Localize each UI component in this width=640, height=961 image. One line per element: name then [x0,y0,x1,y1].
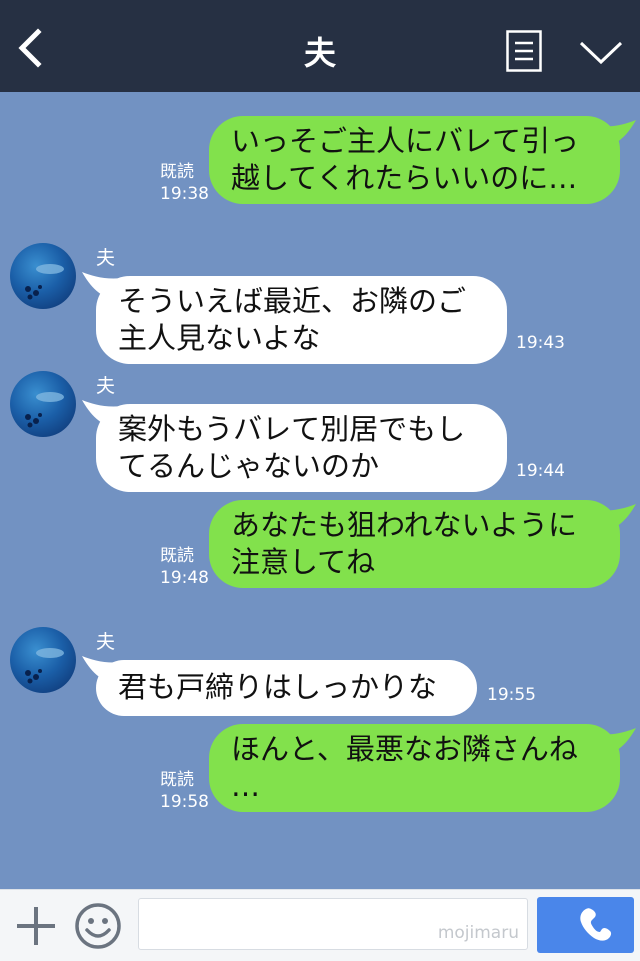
avatar[interactable] [10,371,76,437]
plus-icon[interactable] [14,904,58,948]
avatar[interactable] [10,627,76,693]
avatar-fish-image [25,392,64,428]
message-meta: 既読 19:58 [160,769,209,813]
message-line: 主人見ないよな [118,321,321,355]
chat-area[interactable]: 既読 19:38 いっそご主人にバレて引っ 越してくれたらいいのに… 夫 そうい… [0,92,640,889]
message-bubble-incoming[interactable]: 案外もうバレて別居でもし てるんじゃないのか [96,404,507,492]
menu-list-icon[interactable] [506,30,542,72]
message-line: 君も戸締りはしっかりな [118,670,438,704]
message-line: ほんと、最悪なお隣さんね [231,732,578,766]
message-meta: 既読 19:38 [160,161,209,205]
chevron-down-icon[interactable] [578,38,624,68]
sender-name: 夫 [96,375,116,397]
chat-title: 夫 [303,34,336,72]
avatar[interactable] [10,243,76,309]
chat-header: 夫 [0,0,640,92]
read-receipt: 既読 [160,162,194,182]
phone-icon [580,908,612,941]
message-line: 案外もうバレて別居でもし [118,412,466,446]
message-time: 19:55 [487,685,536,705]
sender-name: 夫 [96,247,116,269]
message-input[interactable]: mojimaru [138,898,528,950]
message-meta: 既読 19:48 [160,545,209,589]
sender-name: 夫 [96,631,116,653]
read-receipt: 既読 [160,770,194,790]
message-bubble-outgoing[interactable]: いっそご主人にバレて引っ 越してくれたらいいのに… [209,116,620,204]
message-line: 越してくれたらいいのに… [231,161,578,195]
avatar-fish-image [25,264,64,300]
message-time: 19:48 [160,568,209,588]
input-bar: mojimaru [0,889,640,961]
call-button[interactable] [537,897,634,953]
message-bubble-outgoing[interactable]: ほんと、最悪なお隣さんね … [209,724,620,812]
read-receipt: 既読 [160,546,194,566]
message-line: 注意してね [231,545,376,579]
message-bubble-incoming[interactable]: そういえば最近、お隣のご 主人見ないよな [96,276,507,364]
smiley-icon[interactable] [74,902,122,950]
watermark-text: mojimaru [437,923,519,943]
avatar-fish-image [25,648,64,684]
message-line: いっそご主人にバレて引っ [231,124,580,158]
message-line: そういえば最近、お隣のご [118,284,467,318]
message-bubble-outgoing[interactable]: あなたも狙われないように 注意してね [209,500,620,588]
message-bubble-incoming[interactable]: 君も戸締りはしっかりな [96,660,477,716]
message-line: … [231,769,260,803]
message-time: 19:38 [160,184,209,204]
message-time: 19:43 [516,333,565,353]
message-time: 19:58 [160,792,209,812]
message-line: あなたも狙われないように [231,508,577,542]
message-line: てるんじゃないのか [118,449,380,483]
message-time: 19:44 [516,461,565,481]
